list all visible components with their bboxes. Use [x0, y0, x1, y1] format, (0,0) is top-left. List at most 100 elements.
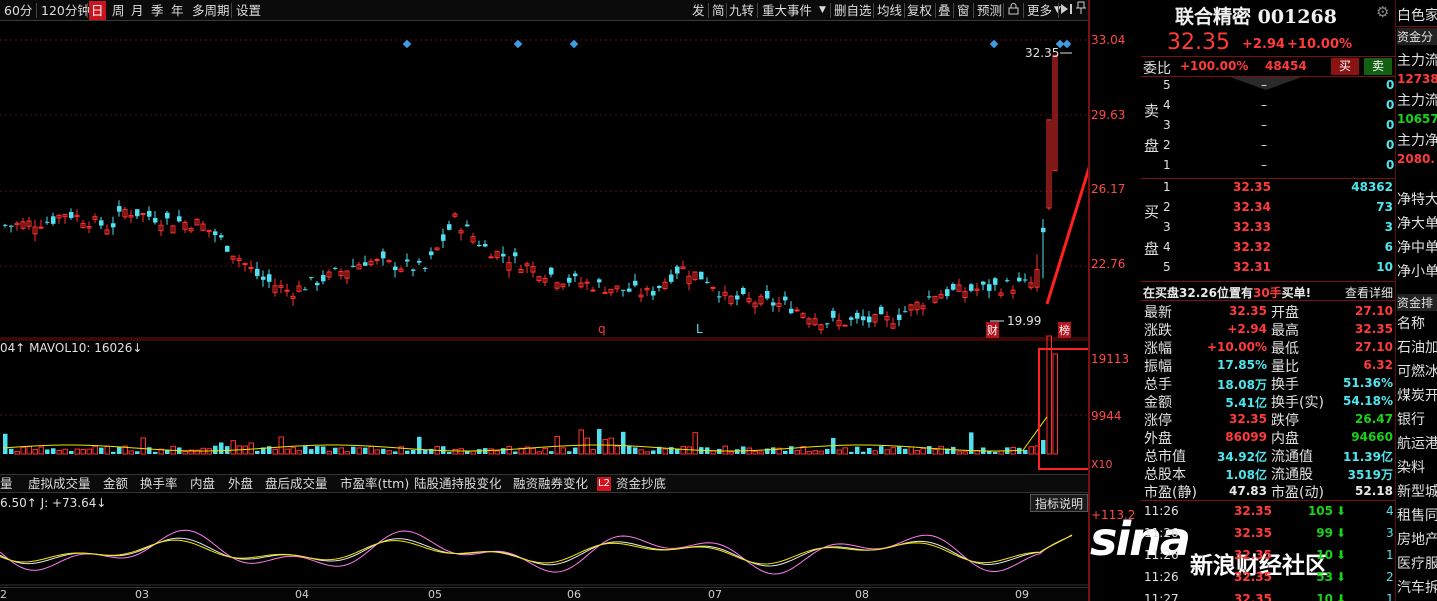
tab-margin[interactable]: 融资融券变化 — [513, 475, 588, 493]
simple-button[interactable]: 简 — [712, 1, 725, 20]
candle-body — [627, 288, 632, 292]
period-60min[interactable]: 60分 — [4, 1, 32, 20]
stat-value: 3519万 — [1347, 468, 1393, 482]
rank-sector-item[interactable]: 新型城 — [1397, 481, 1437, 501]
buy-volume: 73 — [1376, 200, 1393, 214]
candle-body — [417, 260, 422, 263]
marker-l[interactable]: L — [696, 322, 703, 336]
multi-period[interactable]: 多周期 — [192, 1, 230, 20]
down-arrow-icon: ⬇ — [1336, 570, 1347, 584]
volume-bar — [633, 447, 638, 454]
candle-body — [111, 223, 116, 228]
dropdown-icon[interactable]: ▼ — [819, 1, 826, 20]
marker-billboard[interactable]: 榜 — [1058, 322, 1071, 338]
volume-bar — [14, 450, 20, 455]
tick-price: 32.35 — [1234, 504, 1272, 518]
tab-inner[interactable]: 内盘 — [190, 475, 215, 493]
volume-bar — [614, 445, 620, 455]
major-events-button[interactable]: 重大事件 — [762, 1, 812, 20]
indicator-help-button[interactable]: 指标说明 — [1030, 494, 1089, 512]
adjust-button[interactable]: 复权 — [907, 1, 932, 20]
net-flow-label: 净中单 — [1397, 240, 1437, 256]
volume-bar — [567, 451, 572, 454]
tab-fund-flow[interactable]: 资金分 — [1397, 28, 1437, 45]
ma-button[interactable]: 均线 — [877, 1, 902, 20]
tab-northbound[interactable]: 陆股通持股变化 — [414, 475, 502, 493]
marker-earnings[interactable]: 财 — [986, 322, 999, 338]
period-week[interactable]: 周 — [112, 1, 125, 20]
tick-time: 11:26 — [1144, 526, 1179, 540]
stat-label: 市盈(静) — [1144, 485, 1197, 501]
remove-watchlist-button[interactable]: 删自选 — [834, 1, 872, 20]
expand-icon[interactable] — [1060, 1, 1074, 20]
volume-bar — [230, 440, 236, 455]
view-detail-link[interactable]: 查看详细 — [1345, 284, 1393, 301]
tab-after-hours[interactable]: 盘后成交量 — [265, 475, 328, 493]
candle-body — [488, 256, 494, 259]
lock-icon[interactable] — [1008, 1, 1019, 20]
rank-sector-item[interactable]: 医疗服 — [1397, 553, 1437, 573]
volume-bar — [494, 450, 500, 455]
kline-chart[interactable] — [0, 21, 1088, 601]
period-day[interactable]: 日 — [89, 1, 106, 20]
net-flow-label: 净小单 — [1397, 264, 1437, 280]
period-toolbar: 60分 120分钟 日 周 月 季 年 多周期 设置 发 简 九转 重大事件 ▼… — [0, 0, 1088, 21]
volume-bar — [717, 448, 722, 454]
overlay-button[interactable]: 叠 — [938, 1, 951, 20]
period-month[interactable]: 月 — [131, 1, 144, 20]
volume-bar — [549, 451, 554, 454]
volume-bar — [344, 451, 350, 455]
publish-button[interactable]: 发 — [692, 1, 705, 20]
buy-button[interactable]: 买 — [1331, 58, 1359, 75]
rank-sector-item[interactable]: 煤炭开 — [1397, 385, 1437, 405]
forecast-button[interactable]: 预测 — [977, 1, 1002, 20]
tab-fund-rank[interactable]: 资金排 — [1397, 294, 1437, 311]
volume-bar — [411, 449, 416, 454]
candle-body — [140, 213, 146, 216]
bid-ratio-label: 委比 — [1143, 61, 1171, 77]
stat-value: 32.35 — [1355, 322, 1393, 336]
candle-body — [657, 285, 662, 288]
period-year[interactable]: 年 — [171, 1, 184, 20]
rank-sector-item[interactable]: 银行 — [1397, 409, 1437, 429]
volume-bar — [849, 451, 854, 454]
rank-sector-item[interactable]: 房地产 — [1397, 529, 1437, 549]
more-button[interactable]: 更多 — [1027, 1, 1052, 20]
tick-volume: 10 — [1316, 548, 1333, 562]
tab-amount[interactable]: 金额 — [103, 475, 128, 493]
volume-bar — [932, 448, 938, 455]
rank-sector-item[interactable]: 可燃冰 — [1397, 361, 1437, 381]
volume-bar — [303, 446, 308, 454]
tab-pe-ttm[interactable]: 市盈率(ttm) — [340, 475, 409, 493]
volume-bar — [644, 451, 650, 455]
tab-volume[interactable]: 量 — [0, 475, 13, 493]
tab-virtual-volume[interactable]: 虚拟成交量 — [28, 475, 91, 493]
rank-sector-item[interactable]: 石油加 — [1397, 337, 1437, 357]
stat-label: 流通股 — [1271, 467, 1313, 483]
tab-fund-bottom[interactable]: 资金抄底 — [616, 475, 666, 493]
tick-price: 32.35 — [1234, 526, 1272, 540]
sell-button[interactable]: 卖 — [1364, 58, 1392, 75]
candle-body — [831, 310, 836, 318]
period-120min[interactable]: 120分钟 — [41, 1, 90, 20]
marker-q[interactable]: q — [598, 322, 606, 336]
settings-button[interactable]: 设置 — [236, 1, 261, 20]
gear-icon[interactable]: ⚙ — [1376, 3, 1389, 21]
pin-icon[interactable] — [1076, 1, 1086, 20]
tick-volume: 10 — [1316, 592, 1333, 601]
tab-turnover[interactable]: 换手率 — [140, 475, 178, 493]
rank-sector-item[interactable]: 汽车拆 — [1397, 577, 1437, 597]
volume-bar — [818, 450, 824, 455]
rank-sector-item[interactable]: 航运港 — [1397, 433, 1437, 453]
price-axis-label: 22.76 — [1091, 257, 1126, 271]
volume-bar — [356, 447, 362, 455]
window-button[interactable]: 窗 — [957, 1, 970, 20]
rank-sector-item[interactable]: 染料 — [1397, 457, 1437, 477]
jiuzhuan-button[interactable]: 九转 — [729, 1, 754, 20]
rank-sector-item[interactable]: 租售同 — [1397, 505, 1437, 525]
stat-label: 振幅 — [1144, 359, 1172, 375]
volume-bar — [578, 429, 584, 455]
period-season[interactable]: 季 — [151, 1, 164, 20]
tab-outer[interactable]: 外盘 — [228, 475, 253, 493]
candle-body — [621, 289, 626, 291]
